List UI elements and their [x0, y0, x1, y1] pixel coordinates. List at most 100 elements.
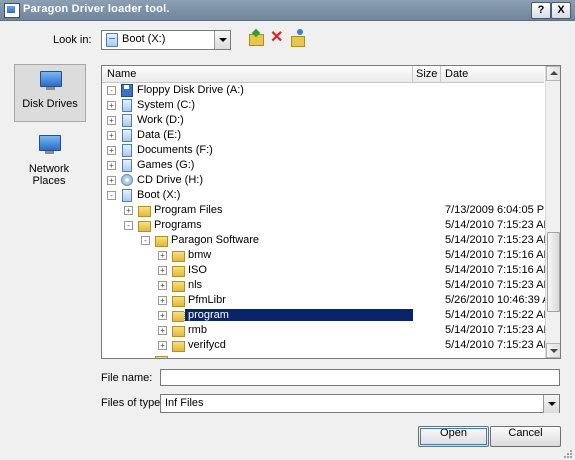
tree-row[interactable]: [102, 353, 544, 358]
tree-row-name: CD Drive (H:): [137, 174, 203, 186]
folder-icon: [172, 339, 185, 352]
file-name-input[interactable]: [160, 369, 560, 386]
help-button[interactable]: ?: [531, 2, 551, 19]
place-disk-drives[interactable]: Disk Drives: [14, 64, 86, 122]
column-name[interactable]: Name: [107, 68, 136, 80]
tree-row[interactable]: + CD Drive (H:): [102, 173, 544, 188]
folder-icon: [172, 324, 185, 337]
expand-icon[interactable]: +: [158, 311, 167, 320]
tree-row-name: rmb: [188, 324, 207, 336]
hard-drive-icon: [121, 159, 132, 172]
expand-icon[interactable]: +: [107, 131, 116, 140]
file-type-dropdown[interactable]: Inf Files: [160, 394, 560, 413]
tree-row[interactable]: + System (C:): [102, 98, 544, 113]
folder-icon: [155, 354, 168, 358]
scroll-down-button[interactable]: [546, 343, 560, 358]
expand-icon[interactable]: +: [158, 266, 167, 275]
expand-icon[interactable]: +: [158, 326, 167, 335]
tree-row[interactable]: - Programs 5/14/2010 7:15:23 AM: [102, 218, 553, 233]
tree-row[interactable]: + ISO 5/14/2010 7:15:16 AM: [102, 263, 553, 278]
look-in-dropdown[interactable]: Boot (X:): [101, 30, 231, 50]
chevron-down-icon[interactable]: [543, 395, 559, 413]
expand-icon[interactable]: +: [158, 251, 167, 260]
collapse-icon[interactable]: -: [107, 86, 116, 95]
folder-icon: [172, 279, 185, 292]
scroll-up-button[interactable]: [546, 66, 560, 81]
look-in-label: Look in:: [53, 34, 92, 46]
folder-icon: [155, 234, 168, 247]
tree-row-date: 5/14/2010 7:15:23 AM: [445, 234, 553, 246]
folder-icon: [172, 264, 185, 277]
column-date[interactable]: Date: [445, 68, 468, 80]
tree-row[interactable]: + Data (E:): [102, 128, 544, 143]
scroll-thumb[interactable]: [547, 232, 560, 312]
expand-icon[interactable]: +: [158, 281, 167, 290]
hard-drive-icon: [121, 144, 132, 157]
file-tree[interactable]: Name Size Date - Floppy Disk Drive (A:) + S…: [101, 65, 561, 359]
vertical-scrollbar[interactable]: [545, 66, 560, 358]
expand-icon[interactable]: +: [124, 206, 133, 215]
folder-icon: [138, 204, 151, 217]
expand-icon[interactable]: +: [107, 101, 116, 110]
tree-row-name: Games (G:): [137, 159, 195, 171]
collapse-icon[interactable]: -: [124, 221, 133, 230]
title-bar: Paragon Driver loader tool. ? X: [0, 0, 575, 21]
tree-row[interactable]: + Documents (F:): [102, 143, 544, 158]
tree-row[interactable]: - Paragon Software 5/14/2010 7:15:23 AM: [102, 233, 553, 248]
cancel-button[interactable]: Cancel: [490, 426, 561, 447]
tree-row-name: Work (D:): [137, 114, 184, 126]
floppy-icon: [121, 84, 133, 97]
expand-icon[interactable]: +: [107, 161, 116, 170]
tree-row[interactable]: + rmb 5/14/2010 7:15:23 AM: [102, 323, 553, 338]
tree-row-date: 5/14/2010 7:15:23 AM: [445, 279, 553, 291]
tree-row[interactable]: + nls 5/14/2010 7:15:23 AM: [102, 278, 553, 293]
expand-icon[interactable]: +: [107, 176, 116, 185]
delete-icon[interactable]: ✕: [270, 30, 284, 46]
tree-row[interactable]: + Games (G:): [102, 158, 544, 173]
resize-grip-icon[interactable]: [563, 449, 572, 458]
file-type-value: Inf Files: [165, 397, 204, 409]
up-folder-icon[interactable]: [249, 28, 264, 46]
tree-row-name: Data (E:): [137, 129, 182, 141]
tree-row[interactable]: + PfmLibr 5/26/2010 10:46:39 AM: [102, 293, 559, 308]
place-network-places[interactable]: Network Places: [14, 129, 84, 187]
tree-row[interactable]: - Boot (X:): [102, 188, 544, 203]
tree-row-date: 5/14/2010 7:15:23 AM: [445, 219, 553, 231]
new-folder-icon[interactable]: [291, 29, 305, 47]
tree-row-date: 5/14/2010 7:15:22 AM: [445, 309, 553, 321]
chevron-down-icon[interactable]: [214, 31, 230, 49]
tree-row[interactable]: + Work (D:): [102, 113, 544, 128]
tree-row-name: Documents (F:): [137, 144, 213, 156]
close-button[interactable]: X: [551, 2, 571, 19]
folder-icon: [172, 249, 185, 262]
tree-row-date: 5/26/2010 10:46:39 AM: [445, 294, 559, 306]
column-size[interactable]: Size: [416, 68, 437, 80]
expand-icon[interactable]: +: [158, 296, 167, 305]
tree-row-date: 5/14/2010 7:15:23 AM: [445, 324, 553, 336]
app-icon: [4, 3, 20, 18]
expand-icon[interactable]: +: [107, 116, 116, 125]
open-button[interactable]: Open: [418, 426, 489, 447]
file-rows: - Floppy Disk Drive (A:) + System (C:) + Work…: [102, 83, 559, 358]
tree-row[interactable]: - Floppy Disk Drive (A:): [102, 83, 544, 98]
tree-row-name: bmw: [188, 249, 212, 261]
tree-row-name: Paragon Software: [171, 234, 260, 246]
look-in-value: Boot (X:): [122, 33, 166, 45]
collapse-icon[interactable]: -: [141, 236, 150, 245]
expand-icon[interactable]: +: [107, 146, 116, 155]
collapse-icon[interactable]: -: [107, 191, 116, 200]
tree-row-date: 7/13/2009 6:04:05 PM: [445, 204, 554, 216]
tree-row-name: program: [184, 308, 414, 322]
window-title: Paragon Driver loader tool.: [23, 3, 170, 15]
tree-row-name: nls: [188, 279, 203, 291]
hard-drive-icon: [121, 189, 132, 202]
expand-icon[interactable]: +: [158, 341, 167, 350]
tree-row[interactable]: + verifycd 5/14/2010 7:15:23 AM: [102, 338, 553, 353]
places-bar: Disk Drives Network Places: [10, 62, 88, 201]
tree-row[interactable]: + program 5/14/2010 7:15:22 AM: [102, 308, 553, 323]
tree-row[interactable]: + Program Files 7/13/2009 6:04:05 PM: [102, 203, 553, 218]
tree-row-date: 5/14/2010 7:15:16 AM: [445, 264, 553, 276]
tree-row[interactable]: + bmw 5/14/2010 7:15:16 AM: [102, 248, 553, 263]
monitor-icon: [40, 71, 62, 90]
tree-row-date: 5/14/2010 7:15:16 AM: [445, 249, 553, 261]
